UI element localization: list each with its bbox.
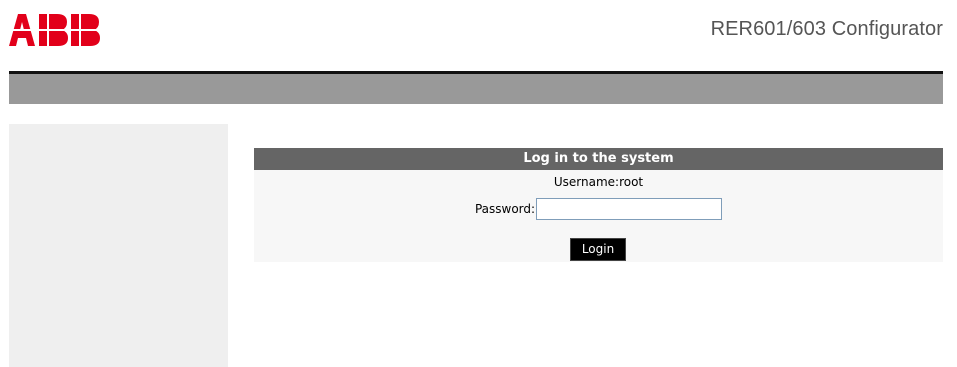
password-label: Password: [474, 201, 536, 216]
app-title: RER601/603 Configurator [710, 18, 943, 40]
password-row: Password: [254, 195, 943, 222]
login-title: Log in to the system [254, 148, 943, 170]
top-nav-bar [9, 74, 943, 104]
page: RER601/603 Configurator Log in to the sy… [0, 0, 957, 367]
login-form: Username:root Password: Login [254, 170, 943, 262]
login-button[interactable]: Login [570, 238, 626, 261]
password-input[interactable] [536, 197, 723, 220]
sidebar [9, 124, 228, 367]
abb-logo-icon [9, 14, 100, 46]
abb-logo [9, 14, 100, 46]
username-text: Username:root [553, 175, 644, 189]
login-panel: Log in to the system Username:root Passw… [254, 148, 943, 262]
